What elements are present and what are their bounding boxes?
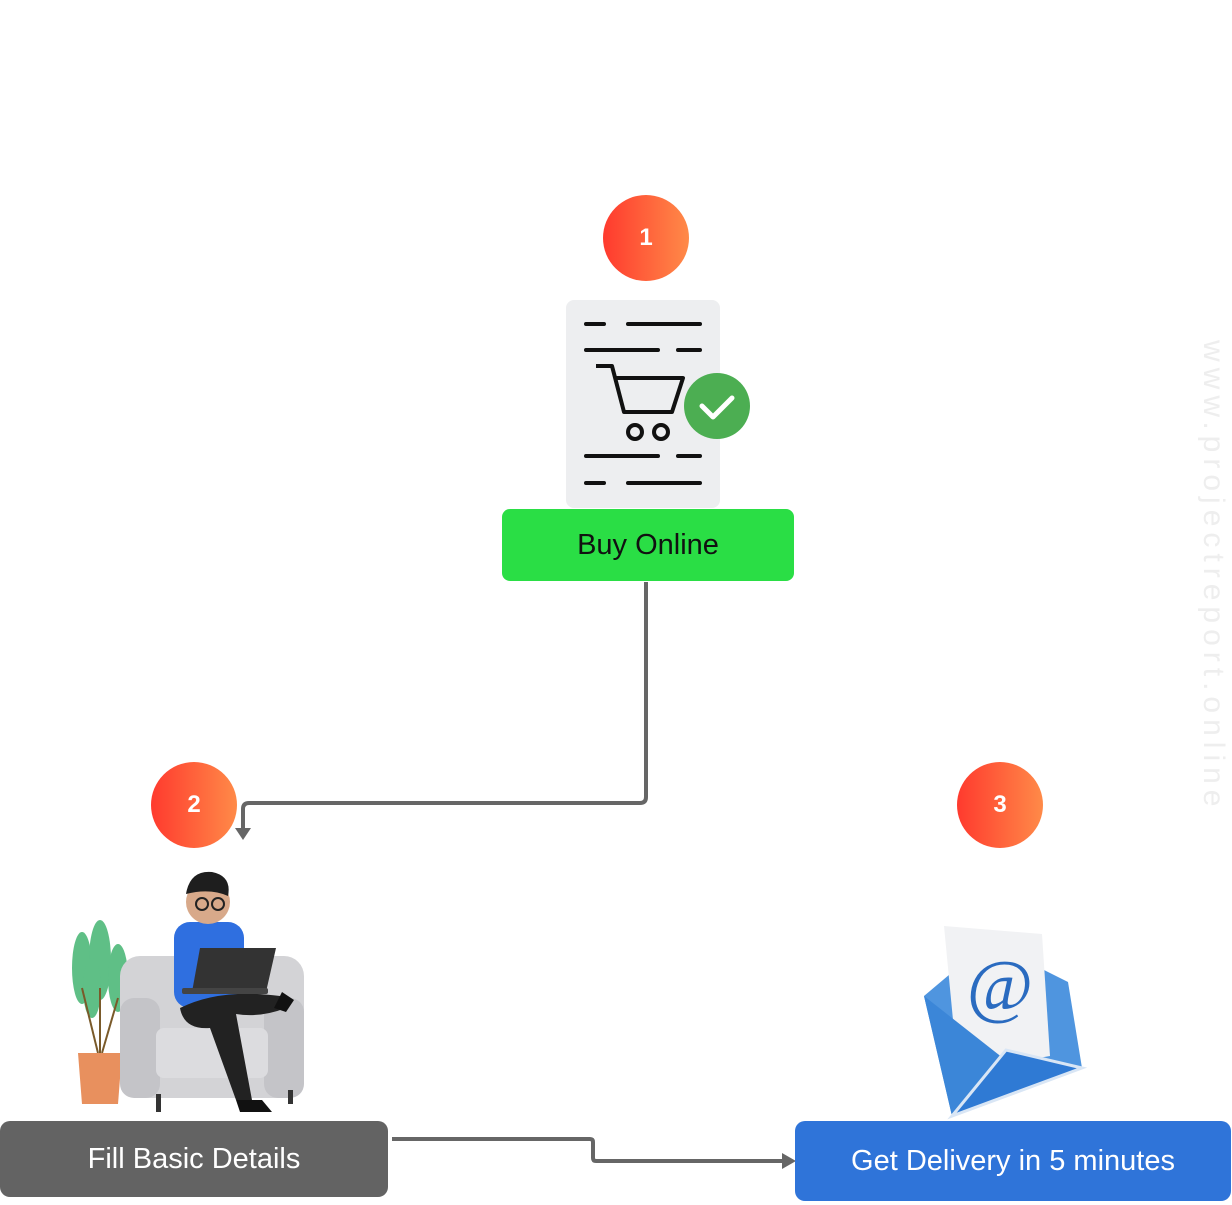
step-box-get-delivery: Get Delivery in 5 minutes: [795, 1121, 1231, 1201]
email-envelope-icon: @: [924, 926, 1088, 1120]
step-badge-1: 1: [603, 195, 689, 281]
svg-text:@: @: [967, 946, 1033, 1026]
step-badge-3: 3: [957, 762, 1043, 848]
arrowhead-2-to-3: [782, 1153, 796, 1169]
connector-2-to-3: [392, 1137, 784, 1163]
shopping-cart-document-icon: [566, 300, 750, 508]
step-badge-2: 2: [151, 762, 237, 848]
step-box-buy-online: Buy Online: [502, 509, 794, 581]
step-box-fill-basic-details: Fill Basic Details: [0, 1121, 388, 1197]
arrowhead-1-to-2: [235, 828, 251, 840]
connector-1-to-2: [241, 582, 648, 830]
person-laptop-armchair-illustration: [72, 871, 304, 1112]
